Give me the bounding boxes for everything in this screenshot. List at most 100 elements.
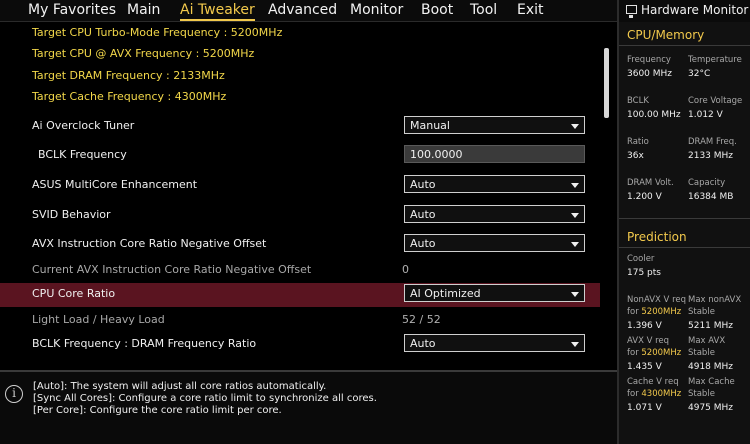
setting-readonly-value: 52 / 52 [402,313,441,326]
cache-req-value: 1.071 V [627,403,662,413]
dram-freq-value: 2133 MHz [688,151,734,161]
max-nonavx-label: Max nonAVX [688,295,742,305]
setting-readonly-value: 0 [402,263,409,276]
setting-bclk-frequency[interactable]: BCLK Frequency 100.0000 [0,144,600,168]
menu-main[interactable]: Main [127,2,160,18]
menu-monitor[interactable]: Monitor [350,2,403,18]
setting-bclk-dram-ratio[interactable]: BCLK Frequency : DRAM Frequency Ratio Au… [0,333,600,357]
cooler-value: 175 pts [627,268,661,278]
help-text-line: [Auto]: The system will adjust all core … [33,381,327,392]
chevron-down-icon [571,183,579,188]
avx-req-value: 1.435 V [627,362,662,372]
hardware-monitor-header: Hardware Monitor [619,0,750,22]
target-cpu-avx-text: Target CPU @ AVX Frequency : 5200MHz [32,47,255,60]
max-avx-stable-label: Stable [688,348,715,358]
nonavx-req-freq: 5200MHz [641,307,682,317]
setting-label: Light Load / Heavy Load [32,313,165,326]
max-avx-label: Max AVX [688,336,726,346]
capacity-label: Capacity [688,178,726,188]
menu-exit[interactable]: Exit [517,2,544,18]
nonavx-req-value: 1.396 V [627,321,662,331]
cache-req-label: Cache V req [627,377,679,387]
nonavx-req-label: NonAVX V req [627,295,687,305]
chevron-down-icon [571,213,579,218]
dropdown-value: Auto [410,237,436,250]
setting-label: ASUS MultiCore Enhancement [32,178,198,191]
chevron-down-icon [571,342,579,347]
max-nonavx-value: 5211 MHz [688,321,734,331]
cpu-memory-section-title: CPU/Memory [627,28,705,42]
bclk-value: 100.00 MHz [627,110,681,120]
menu-tool[interactable]: Tool [470,2,497,18]
input-value: 100.0000 [410,148,463,161]
setting-ai-overclock-tuner[interactable]: Ai Overclock Tuner Manual [0,115,600,139]
temperature-value: 32°C [688,69,711,79]
dropdown-value: AI Optimized [410,287,481,300]
setting-current-avx-offset: Current AVX Instruction Core Ratio Negat… [0,259,600,283]
bclk-label: BCLK [627,96,649,106]
scrollbar[interactable] [604,48,609,118]
setting-label: BCLK Frequency : DRAM Frequency Ratio [32,337,257,350]
avx-req-label: AVX V req [627,336,670,346]
section-divider [619,218,750,219]
menu-ai-tweaker[interactable]: Ai Tweaker [180,2,255,21]
hardware-monitor-title: Hardware Monitor [641,3,749,17]
svid-behavior-dropdown[interactable]: Auto [404,205,585,223]
ai-overclock-tuner-dropdown[interactable]: Manual [404,116,585,134]
hardware-monitor-panel: Hardware Monitor CPU/Memory Frequency 36… [617,0,750,444]
avx-req-for-label: for 5200MHz [627,348,682,358]
setting-label: SVID Behavior [32,208,111,221]
info-icon: i [5,385,23,403]
dropdown-value: Auto [410,178,436,191]
chevron-down-icon [571,292,579,297]
dropdown-value: Auto [410,337,436,350]
setting-cpu-core-ratio[interactable]: CPU Core Ratio AI Optimized [0,283,600,307]
menu-bar: My Favorites Main Ai Tweaker Advanced Mo… [0,0,617,22]
setting-light-heavy-load: Light Load / Heavy Load 52 / 52 [0,309,600,333]
max-cache-stable-label: Stable [688,389,715,399]
setting-multicore-enhancement[interactable]: ASUS MultiCore Enhancement Auto [0,174,600,198]
cache-req-freq: 4300MHz [641,389,682,399]
max-avx-value: 4918 MHz [688,362,734,372]
cpu-core-ratio-dropdown[interactable]: AI Optimized [404,284,585,302]
setting-label: Current AVX Instruction Core Ratio Negat… [32,263,312,276]
avx-req-freq: 5200MHz [641,348,682,358]
bclk-frequency-input[interactable]: 100.0000 [404,145,585,163]
bclk-dram-ratio-dropdown[interactable]: Auto [404,334,585,352]
dram-freq-label: DRAM Freq. [688,137,737,147]
target-cache-text: Target Cache Frequency : 4300MHz [32,90,227,103]
target-cpu-turbo-text: Target CPU Turbo-Mode Frequency : 5200MH… [32,26,283,39]
menu-advanced[interactable]: Advanced [268,2,337,18]
target-dram-text: Target DRAM Frequency : 2133MHz [32,69,225,82]
frequency-label: Frequency [627,55,671,65]
multicore-enhancement-dropdown[interactable]: Auto [404,175,585,193]
dropdown-value: Manual [410,119,450,132]
setting-svid-behavior[interactable]: SVID Behavior Auto [0,204,600,228]
dram-volt-value: 1.200 V [627,192,662,202]
dram-volt-label: DRAM Volt. [627,178,674,188]
chevron-down-icon [571,242,579,247]
chevron-down-icon [571,124,579,129]
max-cache-value: 4975 MHz [688,403,734,413]
core-voltage-label: Core Voltage [688,96,743,106]
help-panel: i [Auto]: The system will adjust all cor… [0,370,617,444]
section-divider [619,247,750,248]
max-cache-label: Max Cache [688,377,735,387]
temperature-label: Temperature [688,55,742,65]
settings-panel: Target CPU Turbo-Mode Frequency : 5200MH… [0,22,617,370]
ratio-label: Ratio [627,137,649,147]
menu-my-favorites[interactable]: My Favorites [28,2,116,18]
max-nonavx-stable-label: Stable [688,307,715,317]
core-voltage-value: 1.012 V [688,110,723,120]
cooler-label: Cooler [627,254,655,264]
menu-boot[interactable]: Boot [421,2,453,18]
setting-avx-offset[interactable]: AVX Instruction Core Ratio Negative Offs… [0,233,600,257]
avx-offset-dropdown[interactable]: Auto [404,234,585,252]
help-text-line: [Per Core]: Configure the core ratio lim… [33,405,282,416]
monitor-icon [626,5,637,18]
section-divider [619,45,750,46]
setting-label: AVX Instruction Core Ratio Negative Offs… [32,237,267,250]
cache-req-for-label: for 4300MHz [627,389,682,399]
capacity-value: 16384 MB [688,192,734,202]
nonavx-req-for-label: for 5200MHz [627,307,682,317]
